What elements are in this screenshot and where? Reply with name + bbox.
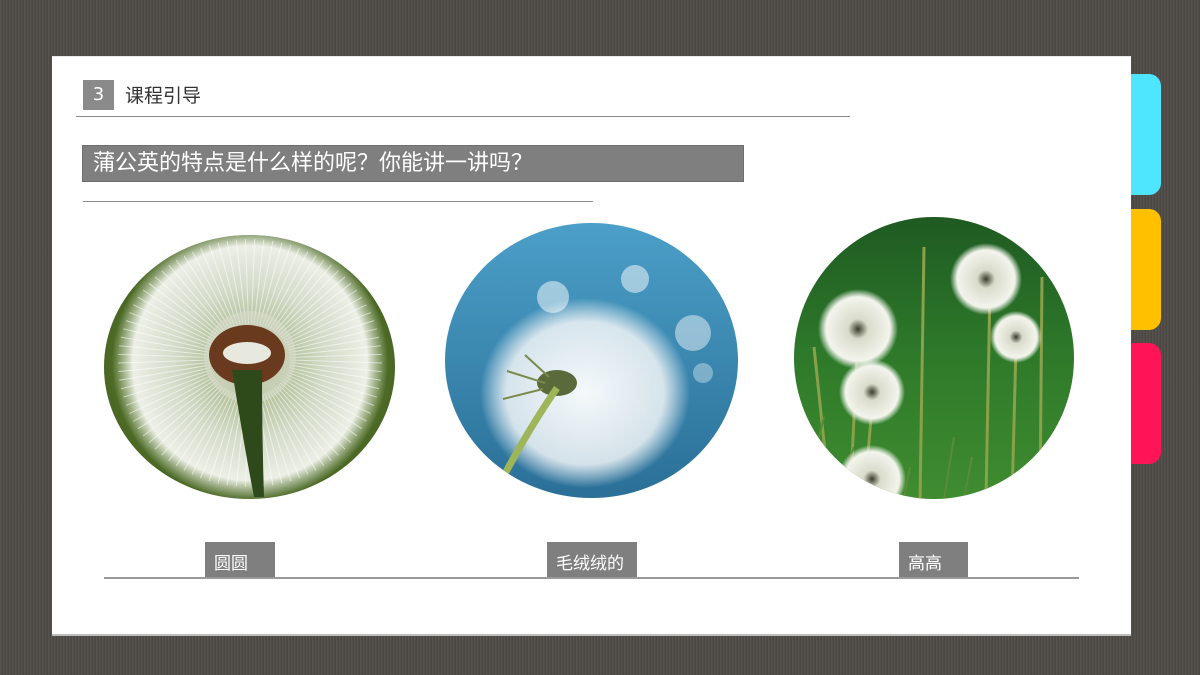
label-fluffy: 毛绒绒的	[547, 542, 637, 578]
photo-dandelion-blowing	[445, 223, 738, 498]
header-divider	[76, 116, 850, 117]
dandelion-closeup-image	[104, 235, 395, 499]
labels-baseline	[104, 577, 1079, 579]
question-divider	[83, 201, 593, 202]
label-tall: 高高	[899, 542, 968, 578]
photo-dandelion-closeup	[104, 235, 395, 499]
dandelions-grass-image	[794, 217, 1074, 499]
label-round: 圆圆	[205, 542, 275, 578]
section-title: 课程引导	[125, 85, 202, 107]
photo-dandelions-grass	[794, 217, 1074, 499]
dandelion-blowing-image	[445, 223, 738, 498]
section-number: 3	[83, 80, 114, 110]
slide-canvas: 3 课程引导 蒲公英的特点是什么样的呢？你能讲一讲吗？ 圆圆 毛绒绒的 高高	[52, 57, 1131, 634]
question-banner: 蒲公英的特点是什么样的呢？你能讲一讲吗？	[82, 145, 744, 182]
